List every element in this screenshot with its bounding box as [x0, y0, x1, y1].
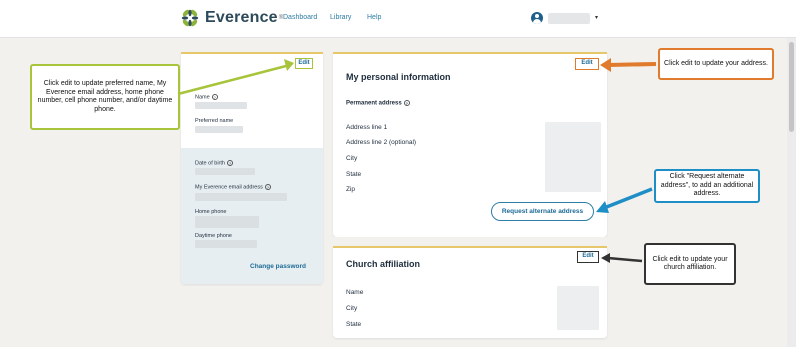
- church-state-label: State: [346, 321, 362, 328]
- preferred-name-label: Preferred name: [195, 118, 234, 124]
- profile-edit-button[interactable]: Edit: [295, 58, 313, 69]
- home-phone-value-redacted: [195, 216, 259, 228]
- preferred-name-value-redacted: [195, 126, 243, 133]
- dark-arrow-icon: [601, 253, 643, 263]
- help-icon[interactable]: ?: [211, 94, 218, 100]
- home-phone-label: Home phone: [195, 209, 227, 215]
- top-navigation-bar: Everence ® Dashboard Library Help ▾: [0, 0, 796, 38]
- user-name-redacted[interactable]: [548, 13, 590, 24]
- callout-profile-edit: Click edit to update preferred name, My …: [30, 64, 180, 130]
- address-values-redacted: [545, 122, 601, 192]
- callout-alternate-address: Click "Request alternate address", to ad…: [654, 169, 760, 203]
- personal-info-edit-button[interactable]: Edit: [575, 58, 599, 70]
- help-icon[interactable]: ?: [403, 100, 410, 106]
- callout-address-edit: Click edit to update your address.: [658, 48, 774, 80]
- church-values-redacted: [557, 286, 599, 330]
- zip-label: Zip: [346, 186, 356, 193]
- name-value-redacted: [195, 102, 247, 109]
- help-icon[interactable]: ?: [264, 184, 271, 190]
- nav-dashboard-link[interactable]: Dashboard: [283, 14, 317, 21]
- daytime-phone-label: Daytime phone: [195, 233, 232, 239]
- address-line-1-label: Address line 1: [346, 124, 388, 131]
- help-icon[interactable]: ?: [226, 160, 233, 166]
- request-alternate-address-button[interactable]: Request alternate address: [491, 202, 594, 221]
- state-label: State: [346, 171, 362, 178]
- date-of-birth-label: Date of birth?: [195, 160, 233, 167]
- scrollbar-thumb[interactable]: [789, 42, 794, 132]
- email-value-redacted: [195, 193, 287, 201]
- date-of-birth-value-redacted: [195, 168, 255, 175]
- callout-church-edit: Click edit to update your church affilia…: [644, 243, 736, 285]
- permanent-address-label: Permanent address?: [346, 100, 410, 107]
- user-menu-caret-icon[interactable]: ▾: [595, 14, 598, 21]
- orange-arrow-icon: [600, 58, 657, 72]
- page-scrollbar[interactable]: [787, 38, 796, 347]
- name-label: Name?: [195, 94, 218, 101]
- church-city-label: City: [346, 305, 358, 312]
- church-affiliation-title: Church affiliation: [346, 259, 420, 269]
- church-edit-button[interactable]: Edit: [577, 251, 599, 263]
- change-password-link[interactable]: Change password: [250, 263, 306, 270]
- daytime-phone-value-redacted: [195, 240, 257, 248]
- everence-logo[interactable]: Everence ®: [180, 8, 283, 28]
- nav-library-link[interactable]: Library: [330, 14, 351, 21]
- nav-help-link[interactable]: Help: [367, 14, 381, 21]
- address-line-2-label: Address line 2 (optional): [346, 139, 417, 146]
- city-label: City: [346, 155, 358, 162]
- church-name-label: Name: [346, 289, 364, 296]
- everence-logo-mark-icon: [181, 9, 199, 27]
- email-label: My Everence email address?: [195, 184, 271, 191]
- card-gap: [333, 237, 607, 246]
- user-avatar-icon[interactable]: [531, 12, 543, 24]
- personal-info-title: My personal information: [346, 72, 451, 82]
- logo-wordmark: Everence: [205, 9, 278, 26]
